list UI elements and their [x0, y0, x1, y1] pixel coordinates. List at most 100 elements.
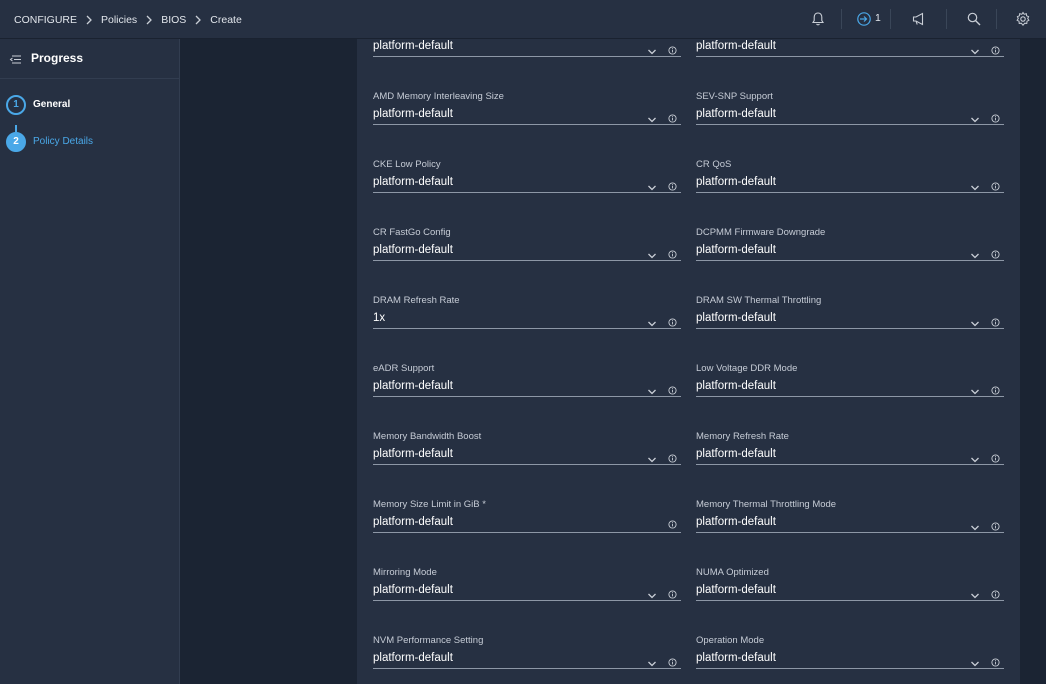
- chevron-down-icon[interactable]: [647, 315, 657, 327]
- gear-icon[interactable]: [1015, 11, 1031, 27]
- field-label: CR FastGo Config: [373, 227, 451, 238]
- chevron-down-icon[interactable]: [970, 519, 980, 531]
- info-icon[interactable]: [991, 654, 1000, 667]
- field-label: Low Voltage DDR Mode: [696, 363, 798, 374]
- info-icon[interactable]: [991, 246, 1000, 259]
- form-field: CKE Low Policy platform-default: [373, 159, 681, 199]
- chevron-down-icon[interactable]: [970, 111, 980, 123]
- info-icon[interactable]: [991, 518, 1000, 531]
- field-label: SEV-SNP Support: [696, 91, 773, 102]
- chevron-down-icon[interactable]: [970, 43, 980, 55]
- chevron-down-icon[interactable]: [647, 111, 657, 123]
- chevron-right-icon: [77, 14, 101, 26]
- field-select[interactable]: platform-default: [696, 241, 1004, 261]
- info-icon[interactable]: [668, 586, 677, 599]
- chevron-down-icon[interactable]: [970, 655, 980, 667]
- field-select[interactable]: platform-default: [373, 649, 681, 669]
- bell-icon[interactable]: [810, 11, 826, 27]
- login-arrow-icon[interactable]: [856, 11, 872, 27]
- breadcrumb-bios[interactable]: BIOS: [161, 14, 186, 26]
- step-policy-details[interactable]: 2 Policy Details: [6, 132, 176, 154]
- info-icon[interactable]: [991, 586, 1000, 599]
- divider: [946, 9, 947, 29]
- form-field: AMD Memory Interleaving Size platform-def…: [373, 91, 681, 131]
- info-icon[interactable]: [668, 178, 677, 191]
- field-value: platform-default: [373, 584, 453, 596]
- chevron-down-icon[interactable]: [647, 179, 657, 191]
- info-icon[interactable]: [991, 42, 1000, 55]
- info-icon[interactable]: [668, 110, 677, 123]
- megaphone-icon[interactable]: [911, 11, 927, 27]
- info-icon[interactable]: [991, 178, 1000, 191]
- field-select[interactable]: platform-default: [696, 513, 1004, 533]
- search-icon[interactable]: [966, 11, 982, 27]
- field-select[interactable]: platform-default: [696, 377, 1004, 397]
- field-value: platform-default: [696, 312, 776, 324]
- field-label: Memory Thermal Throttling Mode: [696, 499, 837, 510]
- field-label: AMD Memory Interleaving Size: [373, 91, 504, 102]
- field-select[interactable]: platform-default: [373, 105, 681, 125]
- top-actions: 1: [786, 0, 1046, 39]
- field-select[interactable]: platform-default: [373, 377, 681, 397]
- field-input[interactable]: platform-default: [373, 513, 681, 533]
- field-label: Operation Mode: [696, 635, 765, 646]
- info-icon[interactable]: [668, 516, 677, 529]
- field-select[interactable]: platform-default: [696, 39, 1004, 57]
- info-icon[interactable]: [991, 314, 1000, 327]
- field-label: Memory Bandwidth Boost: [373, 431, 482, 442]
- form-field: Mirroring Mode platform-default: [373, 567, 681, 607]
- form-field: platform-default: [696, 39, 1004, 63]
- top-bar: CONFIGURE Policies BIOS Create 1: [0, 0, 1046, 39]
- chevron-down-icon[interactable]: [647, 247, 657, 259]
- form-field: Memory Bandwidth Boost platform-default: [373, 431, 681, 471]
- collapse-menu-icon[interactable]: [9, 53, 22, 66]
- field-select[interactable]: platform-default: [696, 445, 1004, 465]
- info-icon[interactable]: [991, 110, 1000, 123]
- chevron-down-icon[interactable]: [970, 451, 980, 463]
- field-value: platform-default: [373, 108, 453, 120]
- divider: [996, 9, 997, 29]
- field-select[interactable]: 1x: [373, 309, 681, 329]
- field-select[interactable]: platform-default: [373, 581, 681, 601]
- policy-details-form: platform-default platform-default AMD Memo…: [357, 39, 1020, 684]
- content-gutter: [180, 39, 357, 684]
- step-general[interactable]: 1 General: [6, 95, 176, 117]
- field-value: platform-default: [373, 448, 453, 460]
- chevron-down-icon[interactable]: [970, 315, 980, 327]
- chevron-down-icon[interactable]: [647, 587, 657, 599]
- info-icon[interactable]: [668, 314, 677, 327]
- field-select[interactable]: platform-default: [696, 105, 1004, 125]
- breadcrumb-policies[interactable]: Policies: [101, 14, 137, 26]
- info-icon[interactable]: [668, 246, 677, 259]
- chevron-down-icon[interactable]: [970, 247, 980, 259]
- chevron-down-icon[interactable]: [647, 43, 657, 55]
- chevron-down-icon[interactable]: [970, 383, 980, 395]
- form-field: eADR Support platform-default: [373, 363, 681, 403]
- field-select[interactable]: platform-default: [373, 445, 681, 465]
- info-icon[interactable]: [668, 42, 677, 55]
- chevron-down-icon[interactable]: [647, 451, 657, 463]
- field-select[interactable]: platform-default: [373, 241, 681, 261]
- form-field: SEV-SNP Support platform-default: [696, 91, 1004, 131]
- chevron-down-icon[interactable]: [970, 179, 980, 191]
- field-select[interactable]: platform-default: [373, 39, 681, 57]
- form-field: CR FastGo Config platform-default: [373, 227, 681, 267]
- field-select[interactable]: platform-default: [696, 649, 1004, 669]
- field-value: platform-default: [696, 176, 776, 188]
- field-select[interactable]: platform-default: [696, 173, 1004, 193]
- field-select[interactable]: platform-default: [696, 309, 1004, 329]
- info-icon[interactable]: [668, 654, 677, 667]
- breadcrumb-configure[interactable]: CONFIGURE: [14, 14, 77, 26]
- info-icon[interactable]: [991, 450, 1000, 463]
- chevron-down-icon[interactable]: [970, 587, 980, 599]
- field-label: CR QoS: [696, 159, 732, 170]
- field-value: platform-default: [696, 516, 776, 528]
- field-select[interactable]: platform-default: [696, 581, 1004, 601]
- field-value: platform-default: [373, 176, 453, 188]
- info-icon[interactable]: [668, 450, 677, 463]
- chevron-down-icon[interactable]: [647, 383, 657, 395]
- info-icon[interactable]: [991, 382, 1000, 395]
- chevron-down-icon[interactable]: [647, 655, 657, 667]
- field-select[interactable]: platform-default: [373, 173, 681, 193]
- info-icon[interactable]: [668, 382, 677, 395]
